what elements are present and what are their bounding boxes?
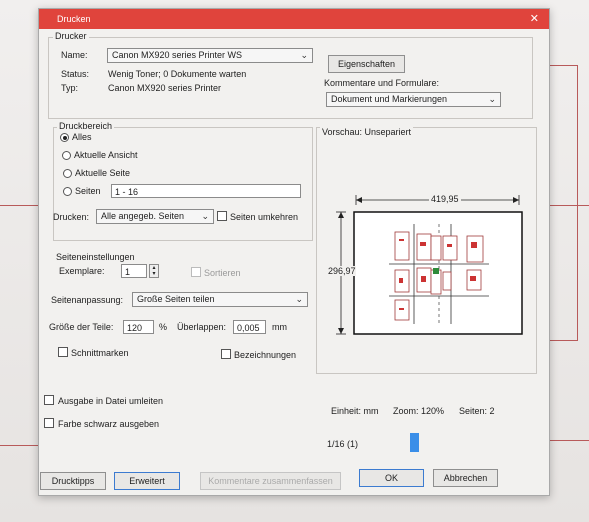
comments-select[interactable]: Dokument und Markierungen ⌄ [326,92,501,107]
reverse-pages-checkbox[interactable] [217,211,227,221]
properties-button[interactable]: Eigenschaften [328,55,405,73]
print-range-label: Druckbereich [57,121,115,131]
page-indicator: 1/16 (1) [327,439,359,449]
zoom-text: Zoom: 120% [393,406,445,416]
summarize-comments-button[interactable]: Kommentare zusammenfassen [200,472,341,490]
printer-group-label: Drucker [53,31,89,41]
background-line [548,65,578,66]
copies-stepper[interactable]: ▴ ▾ [149,264,159,278]
printer-status-value: Wenig Toner; 0 Dokumente warten [108,69,247,79]
page-scroll-handle[interactable] [410,433,419,452]
printer-name-select[interactable]: Canon MX920 series Printer WS ⌄ [107,48,313,63]
radio-current-view[interactable] [62,151,71,160]
radio-current-page[interactable] [63,169,72,178]
overlap-input[interactable]: 0,005 [233,320,266,334]
collate-checkbox[interactable] [191,267,201,277]
page-settings-label: Seiteneinstellungen [56,252,135,262]
title-bar: Drucken ✕ [39,9,549,29]
radio-current-view-label: Aktuelle Ansicht [74,150,138,160]
pages-count-text: Seiten: 2 [459,406,495,416]
labels-checkbox[interactable] [221,349,231,359]
percent-label: % [159,322,168,332]
scaling-select[interactable]: Große Seiten teilen ⌄ [132,292,308,307]
chevron-down-icon: ⌄ [295,294,303,304]
background-line [0,205,40,206]
print-dialog: Drucken ✕ Drucker Name: Canon MX920 seri… [38,8,550,496]
print-to-file-checkbox[interactable] [44,395,54,405]
background-line [548,440,589,441]
cut-marks-label: Schnittmarken [71,348,129,358]
printer-status-label: Status: [61,69,90,79]
chevron-down-icon: ⌄ [201,211,209,221]
grayscale-checkbox[interactable] [44,418,54,428]
reverse-pages-label: Seiten umkehren [230,212,299,222]
copies-label: Exemplare: [59,266,105,276]
comments-label: Kommentare und Formulare: [324,78,440,88]
print-subset-value: Alle angegeb. Seiten [101,211,185,221]
overlap-label: Überlappen: [177,322,227,332]
background-line [548,205,589,206]
radio-all[interactable] [60,133,69,142]
background-line [548,340,578,341]
comments-value: Dokument und Markierungen [331,94,448,104]
chevron-down-icon: ⌄ [488,94,496,104]
grayscale-label: Farbe schwarz ausgeben [58,419,160,429]
printer-type-value: Canon MX920 series Printer [108,83,222,93]
tile-size-input[interactable]: 120 [123,320,154,334]
background-line [0,445,40,446]
collate-label: Sortieren [204,268,241,278]
cut-marks-checkbox[interactable] [58,347,68,357]
overlap-unit-label: mm [272,322,287,332]
print-to-file-label: Ausgabe in Datei umleiten [58,396,164,406]
scaling-label: Seitenanpassung: [51,295,124,305]
preview-marker [433,268,439,274]
unit-text: Einheit: mm [331,406,379,416]
printer-name-label: Name: [61,50,88,60]
print-subset-select[interactable]: Alle angegeb. Seiten ⌄ [96,209,214,224]
preview-height-label: 296,97 [328,266,356,276]
chevron-down-icon: ⌄ [300,50,308,60]
preview-canvas [336,195,523,335]
radio-pages-label: Seiten [75,186,101,196]
radio-all-label: Alles [72,132,92,142]
window-title: Drucken [57,14,91,24]
print-subset-label: Drucken: [53,212,90,222]
printer-name-value: Canon MX920 series Printer WS [112,50,243,60]
tile-size-label: Größe der Teile: [49,322,114,332]
copies-input[interactable]: 1 [121,264,147,278]
advanced-button[interactable]: Erweitert [114,472,180,490]
preview-label: Vorschau: Unsepariert [320,127,414,137]
pages-input[interactable]: 1 - 16 [111,184,301,198]
print-tips-button[interactable]: Drucktipps [40,472,106,490]
cancel-button[interactable]: Abbrechen [433,469,498,487]
close-icon[interactable]: ✕ [530,12,539,25]
labels-label: Bezeichnungen [234,350,297,360]
preview-width-label: 419,95 [429,194,461,204]
printer-type-label: Typ: [61,83,79,93]
ok-button[interactable]: OK [359,469,424,487]
radio-current-page-label: Aktuelle Seite [75,168,131,178]
background-line [577,65,578,340]
scaling-value: Große Seiten teilen [137,294,215,304]
radio-pages[interactable] [63,187,72,196]
